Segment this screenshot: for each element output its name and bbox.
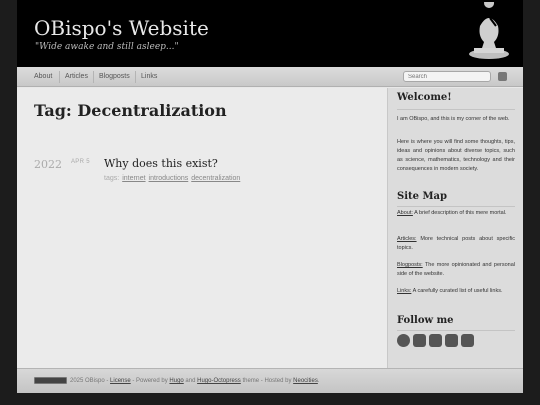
nav-item-articles[interactable]: Articles: [65, 73, 88, 80]
nav-divider: [93, 71, 94, 83]
chess-bishop-icon: [469, 2, 509, 59]
cc-by-sa-badge-icon[interactable]: [34, 377, 67, 384]
main-content: Tag: Decentralization 2022 APR 5 Why doe…: [17, 88, 387, 368]
site-header: OBispo's Website "Wide awake and still a…: [17, 0, 523, 67]
rss-icon[interactable]: [498, 72, 507, 81]
welcome-description: Here is where you will find some thought…: [397, 139, 515, 172]
sitemap-links: Links: A carefully curated list of usefu…: [397, 287, 515, 296]
nav-item-blogposts[interactable]: Blogposts: [99, 73, 130, 80]
post-year: 2022: [34, 158, 62, 171]
rss-icon[interactable]: [461, 334, 474, 347]
tag-link-internet[interactable]: internet: [122, 175, 145, 182]
host-link[interactable]: Neocities: [293, 378, 318, 384]
post-tags: tags: internet introductions decentralizati…: [104, 175, 240, 182]
site-footer: 2025 OBispo - License - Powered by Hugo …: [17, 368, 523, 393]
tag-link-decentralization[interactable]: decentralization: [191, 175, 240, 182]
github-icon[interactable]: [397, 334, 410, 347]
nav-divider: [135, 71, 136, 83]
social-links: [397, 334, 474, 347]
sitemap-articles: Articles: More technical posts about spe…: [397, 235, 515, 253]
diaspora-icon[interactable]: [413, 334, 426, 347]
footer-end-text: .: [317, 378, 320, 384]
footer-powered-text: - Powered by: [130, 378, 170, 384]
youtube-icon[interactable]: [445, 334, 458, 347]
follow-heading: Follow me: [397, 315, 454, 326]
sitemap-link-blogposts[interactable]: Blogposts:: [397, 262, 423, 268]
footer-text: 2025 OBispo - License - Powered by Hugo …: [70, 378, 320, 384]
sidebar: Welcome! I am OBispo, and this is my cor…: [387, 88, 523, 368]
page-title: Tag: Decentralization: [34, 101, 227, 120]
sitemap-about-text: A brief description of this mere mortal.: [412, 210, 507, 216]
sitemap-heading: Site Map: [397, 191, 448, 202]
sitemap-blogposts: Blogposts: The more opinionated and pers…: [397, 261, 515, 279]
tags-label: tags:: [104, 175, 120, 182]
sitemap-link-about[interactable]: About:: [397, 210, 413, 216]
sitemap-about: About: A brief description of this mere …: [397, 209, 515, 218]
divider: [397, 330, 515, 331]
post-date: APR 5: [71, 159, 90, 165]
page-frame: OBispo's Website "Wide awake and still a…: [17, 0, 523, 393]
sitemap-link-links[interactable]: Links:: [397, 288, 411, 294]
sitemap-links-text: A carefully curated list of useful links…: [411, 288, 503, 294]
mastodon-icon[interactable]: [429, 334, 442, 347]
footer-hosted-text: theme - Hosted by: [240, 378, 294, 384]
theme-link[interactable]: Hugo-Octopress: [197, 378, 241, 384]
welcome-intro: I am OBispo, and this is my corner of th…: [397, 116, 510, 122]
divider: [397, 206, 515, 207]
nav-item-about[interactable]: About: [34, 73, 52, 80]
divider: [397, 109, 515, 110]
nav-bar: About Articles Blogposts Links: [17, 67, 523, 87]
welcome-heading: Welcome!: [397, 92, 452, 103]
nav-item-links[interactable]: Links: [141, 73, 157, 80]
post-title-link[interactable]: Why does this exist?: [104, 157, 218, 170]
site-subtitle: "Wide awake and still asleep...": [35, 42, 179, 52]
tag-link-introductions[interactable]: introductions: [149, 175, 189, 182]
site-title[interactable]: OBispo's Website: [34, 16, 209, 40]
sitemap-link-articles[interactable]: Articles:: [397, 236, 417, 242]
footer-and-text: and: [183, 378, 198, 384]
license-link[interactable]: License: [110, 378, 131, 384]
search-input[interactable]: [403, 71, 491, 82]
copyright-text: 2025 OBispo -: [70, 378, 109, 384]
nav-divider: [59, 71, 60, 83]
hugo-link[interactable]: Hugo: [169, 378, 183, 384]
